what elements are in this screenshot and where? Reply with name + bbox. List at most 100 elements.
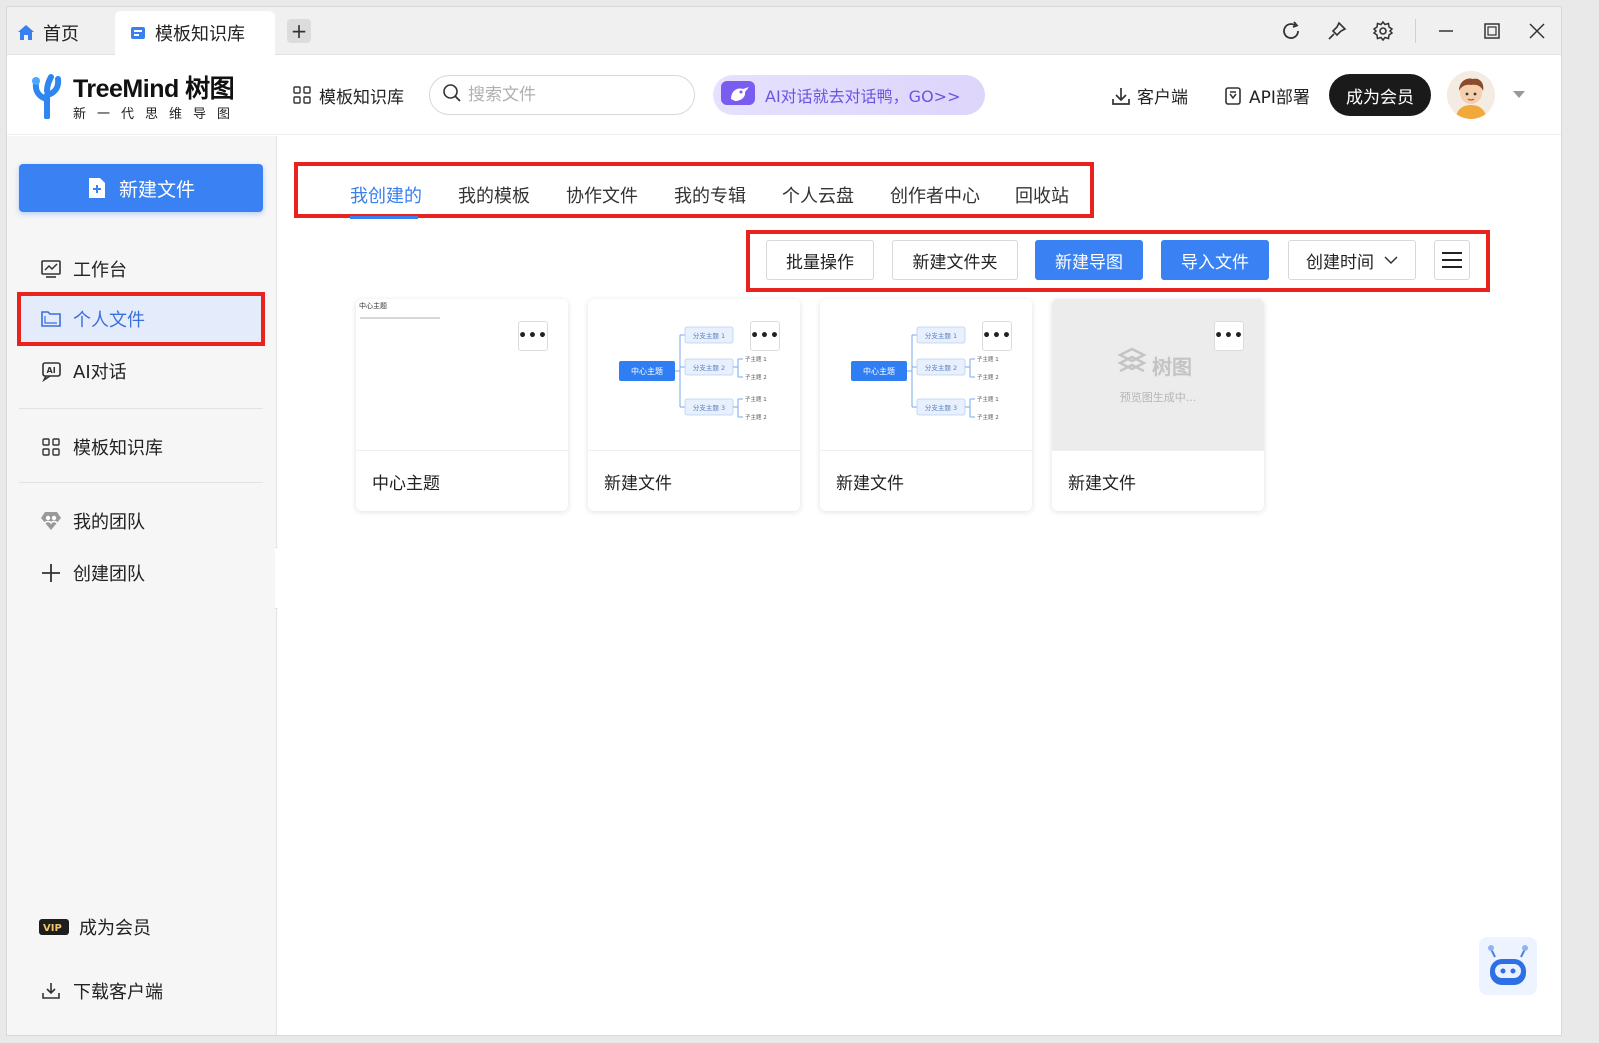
api-deploy-link[interactable]: API部署	[1223, 83, 1310, 108]
ai-chat-banner[interactable]: AI对话就去对话鸭，GO>>	[713, 75, 985, 115]
svg-text:子主题 1: 子主题 1	[745, 395, 767, 403]
sidebar-download-client[interactable]: 下载客户端	[19, 966, 263, 1016]
search-input[interactable]	[468, 85, 668, 105]
title-bar: 首页 模板知识库 +	[7, 7, 1561, 55]
treemind-logo-icon	[1117, 347, 1147, 373]
sidebar-item-label: 模板知识库	[73, 438, 163, 459]
thumbnail-text-line	[360, 317, 440, 319]
svg-text:子主题 1: 子主题 1	[977, 355, 999, 363]
preview-generating-text: 预览图生成中...	[1119, 391, 1197, 404]
api-icon	[1223, 86, 1243, 106]
file-card[interactable]: 中心主题 ••• 中心主题	[356, 299, 568, 511]
sidebar-item-label: AI对话	[73, 362, 127, 383]
sidebar-divider	[19, 482, 263, 483]
file-card[interactable]: 树图 预览图生成中... ••• 新建文件	[1052, 299, 1264, 511]
menu-icon	[1442, 252, 1462, 268]
sidebar-item-label: 下载客户端	[73, 982, 163, 1003]
sidebar-divider	[19, 408, 263, 409]
duck-icon	[719, 77, 759, 113]
home-icon	[17, 24, 35, 42]
assistant-robot-button[interactable]	[1479, 937, 1537, 995]
refresh-icon[interactable]	[1277, 17, 1305, 45]
app-window: 首页 模板知识库 + TreeMind 树图 新一代思维导图 模板知识库 搜索文…	[6, 6, 1562, 1036]
tab-cloud-drive[interactable]: 个人云盘	[782, 182, 854, 208]
client-label: 客户端	[1137, 88, 1188, 108]
team-icon	[39, 509, 63, 533]
add-tab-button[interactable]: +	[287, 19, 311, 43]
more-options-button[interactable]: •••	[750, 321, 780, 351]
app-header: TreeMind 树图 新一代思维导图 模板知识库 AI对话就去对话鸭，GO>>	[7, 55, 1561, 135]
sidebar-item-label: 个人文件	[73, 310, 145, 331]
sort-dropdown[interactable]: 创建时间	[1288, 240, 1416, 280]
minimize-icon[interactable]	[1432, 17, 1460, 45]
maximize-icon[interactable]	[1478, 17, 1506, 45]
tab-my-templates[interactable]: 我的模板	[458, 182, 530, 208]
new-file-button[interactable]: 新建文件	[19, 164, 263, 212]
gear-icon[interactable]	[1369, 17, 1397, 45]
sort-dropdown-label: 创建时间	[1306, 252, 1374, 273]
tab-creator-center[interactable]: 创作者中心	[890, 182, 980, 208]
download-icon	[1111, 86, 1131, 106]
search-box[interactable]	[429, 75, 695, 115]
svg-text:分支主题 1: 分支主题 1	[925, 331, 957, 340]
tab-template-label: 模板知识库	[155, 24, 245, 45]
file-card[interactable]: 中心主题 分支主题 1 分支主题 2 分支主题 3 子主题 1 子主题 2 子主…	[820, 299, 1032, 511]
logo-subtitle: 新一代思维导图	[73, 107, 242, 122]
grid-icon	[39, 435, 63, 459]
svg-text:分支主题 3: 分支主题 3	[693, 403, 725, 412]
treemind-logo[interactable]: TreeMind 树图 新一代思维导图	[29, 67, 249, 123]
list-view-button[interactable]	[1434, 240, 1470, 280]
vip-badge-icon: VIP	[39, 915, 69, 939]
sidebar-item-create-team[interactable]: 创建团队	[19, 548, 263, 598]
active-tab-underline	[350, 216, 418, 219]
become-member-button[interactable]: 成为会员	[1329, 74, 1431, 116]
svg-text:中心主题: 中心主题	[631, 366, 663, 376]
tab-collaboration[interactable]: 协作文件	[566, 182, 638, 208]
sidebar-item-template-library[interactable]: 模板知识库	[19, 422, 263, 472]
download-icon	[39, 979, 63, 1003]
more-options-button[interactable]: •••	[518, 321, 548, 351]
new-mindmap-button[interactable]: 新建导图	[1035, 240, 1143, 280]
tab-recycle-bin[interactable]: 回收站	[1015, 182, 1069, 208]
pin-icon[interactable]	[1323, 17, 1351, 45]
tab-home[interactable]: 首页	[17, 11, 117, 55]
svg-text:子主题 2: 子主题 2	[977, 373, 999, 381]
svg-text:子主题 2: 子主题 2	[977, 413, 999, 421]
new-file-label: 新建文件	[118, 178, 195, 201]
close-icon[interactable]	[1523, 17, 1551, 45]
template-library-link[interactable]: 模板知识库	[293, 83, 404, 108]
sidebar-item-my-team[interactable]: 我的团队	[19, 496, 263, 546]
user-avatar[interactable]	[1447, 71, 1495, 119]
svg-text:中心主题: 中心主题	[863, 366, 895, 376]
svg-text:分支主题 2: 分支主题 2	[693, 363, 725, 372]
import-file-button[interactable]: 导入文件	[1161, 240, 1269, 280]
more-options-button[interactable]: •••	[1214, 321, 1244, 351]
tab-my-albums[interactable]: 我的专辑	[674, 182, 746, 208]
tab-template-library[interactable]: 模板知识库	[115, 11, 275, 55]
sidebar-become-member[interactable]: VIP 成为会员	[19, 902, 263, 952]
treemind-logo-icon	[32, 74, 62, 119]
sidebar-item-label: 工作台	[73, 260, 127, 281]
sidebar-item-workbench[interactable]: 工作台	[19, 244, 263, 294]
sidebar-item-personal-files[interactable]: 个人文件	[17, 292, 265, 346]
ai-banner-text: AI对话就去对话鸭，GO>>	[765, 87, 961, 106]
batch-operation-button[interactable]: 批量操作	[766, 240, 874, 280]
svg-text:子主题 1: 子主题 1	[977, 395, 999, 403]
folder-icon	[39, 307, 63, 331]
main-content: 我创建的 我的模板 协作文件 我的专辑 个人云盘 创作者中心 回收站 批量操作 …	[278, 136, 1561, 1035]
more-options-button[interactable]: •••	[982, 321, 1012, 351]
chevron-down-icon[interactable]	[1513, 91, 1525, 98]
file-card[interactable]: 中心主题 分支主题 1 分支主题 2 分支主题 3 子主题 1 子主题 2 子主…	[588, 299, 800, 511]
grid-icon	[293, 85, 313, 106]
new-folder-button[interactable]: 新建文件夹	[892, 240, 1018, 280]
monitor-icon	[39, 257, 63, 281]
sidebar-item-label: 创建团队	[73, 564, 145, 585]
svg-text:子主题 2: 子主题 2	[745, 373, 767, 381]
logo-title: TreeMind 树图	[73, 75, 235, 103]
tab-my-created[interactable]: 我创建的	[350, 182, 422, 208]
sidebar-item-ai-chat[interactable]: AI AI对话	[19, 346, 263, 396]
template-library-label: 模板知识库	[319, 88, 404, 108]
library-icon	[129, 24, 147, 42]
client-download-link[interactable]: 客户端	[1111, 83, 1188, 108]
sidebar-item-label: 我的团队	[73, 512, 145, 533]
